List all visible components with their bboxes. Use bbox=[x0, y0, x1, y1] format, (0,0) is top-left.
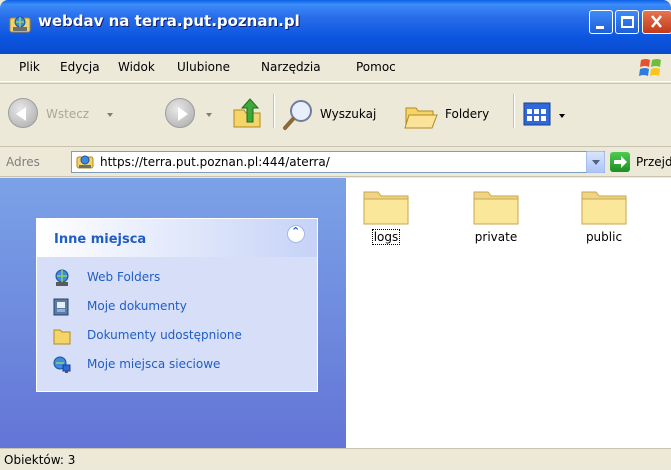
folder-name: logs bbox=[371, 229, 401, 245]
menu-view[interactable]: Widok bbox=[118, 60, 155, 74]
views-dropdown-icon bbox=[559, 114, 565, 118]
menu-tools[interactable]: Narzędzia bbox=[261, 60, 321, 74]
close-icon bbox=[651, 15, 662, 28]
views-icon bbox=[523, 102, 551, 126]
back-dropdown-icon bbox=[107, 113, 113, 117]
other-places-panel: Inne miejsca ⌃︎ Web Folders Moje dokumen… bbox=[36, 218, 318, 392]
double-chevron-up-icon: ⌃︎ bbox=[291, 225, 301, 238]
task-pane: Inne miejsca ⌃︎ Web Folders Moje dokumen… bbox=[0, 178, 346, 448]
status-text: Obiektów: 3 bbox=[4, 453, 76, 467]
web-folder-icon bbox=[76, 155, 94, 169]
folder-item[interactable]: private bbox=[460, 186, 532, 244]
web-folders-icon bbox=[55, 269, 69, 286]
maximize-button[interactable] bbox=[615, 10, 639, 34]
search-label: Wyszukaj bbox=[320, 107, 377, 121]
window-title: webdav na terra.put.poznan.pl bbox=[38, 12, 300, 30]
go-label[interactable]: Przejdź bbox=[636, 155, 671, 169]
address-label: Adres bbox=[6, 155, 40, 169]
search-button[interactable]: Wyszukaj bbox=[282, 98, 392, 132]
collapse-button[interactable]: ⌃︎ bbox=[287, 225, 305, 243]
folder-item[interactable]: public bbox=[568, 186, 640, 244]
folder-icon bbox=[473, 191, 519, 225]
title-bar: webdav na terra.put.poznan.pl bbox=[0, 0, 671, 54]
file-list: logs private public bbox=[346, 178, 671, 448]
address-bar: Adres https://terra.put.poznan.pl:444/at… bbox=[0, 147, 671, 177]
address-dropdown-button[interactable] bbox=[586, 151, 605, 173]
chevron-down-icon bbox=[592, 160, 600, 165]
menu-favorites[interactable]: Ulubione bbox=[177, 60, 230, 74]
folders-label: Foldery bbox=[445, 107, 490, 121]
forward-dropdown-icon bbox=[206, 113, 212, 117]
web-folder-icon bbox=[9, 16, 31, 33]
forward-arrow-icon bbox=[165, 98, 195, 128]
address-input[interactable]: https://terra.put.poznan.pl:444/aterra/ bbox=[71, 151, 605, 173]
forward-button[interactable] bbox=[165, 98, 215, 132]
search-icon bbox=[283, 100, 312, 130]
other-places-label: Web Folders bbox=[87, 270, 161, 284]
toolbar: Wstecz Wyszukaj Foldery bbox=[0, 83, 671, 147]
other-places-label: Moje miejsca sieciowe bbox=[87, 357, 221, 371]
other-places-header[interactable]: Inne miejsca ⌃︎ bbox=[37, 219, 317, 257]
up-folder-button[interactable] bbox=[230, 96, 264, 130]
close-button[interactable] bbox=[642, 10, 671, 34]
menu-bar: Plik Edycja Widok Ulubione Narzędzia Pom… bbox=[0, 54, 671, 82]
back-button[interactable]: Wstecz bbox=[8, 98, 128, 132]
my-documents-icon bbox=[53, 298, 69, 316]
windows-logo-icon bbox=[639, 59, 661, 76]
folder-icon bbox=[581, 191, 627, 225]
other-places-label: Dokumenty udostępnione bbox=[87, 328, 242, 342]
folder-item[interactable]: logs bbox=[350, 186, 422, 245]
folder-icon bbox=[363, 191, 409, 225]
menu-file[interactable]: Plik bbox=[19, 60, 40, 74]
folders-button[interactable]: Foldery bbox=[403, 98, 508, 132]
minimize-button[interactable] bbox=[589, 10, 613, 34]
other-places-label: Moje dokumenty bbox=[87, 299, 187, 313]
back-arrow-icon bbox=[8, 98, 38, 128]
other-places-title: Inne miejsca bbox=[54, 232, 147, 247]
menu-edit[interactable]: Edycja bbox=[60, 60, 100, 74]
menu-help[interactable]: Pomoc bbox=[356, 60, 396, 74]
folders-icon bbox=[404, 107, 438, 129]
shared-documents-icon bbox=[53, 329, 71, 345]
folder-name: private bbox=[474, 230, 518, 244]
address-url: https://terra.put.poznan.pl:444/aterra/ bbox=[100, 155, 330, 169]
status-bar: Obiektów: 3 bbox=[0, 448, 671, 470]
go-button[interactable] bbox=[610, 152, 630, 172]
network-places-icon bbox=[53, 356, 71, 373]
back-label: Wstecz bbox=[46, 107, 90, 121]
folder-name: public bbox=[585, 230, 623, 244]
views-button[interactable] bbox=[522, 101, 570, 129]
